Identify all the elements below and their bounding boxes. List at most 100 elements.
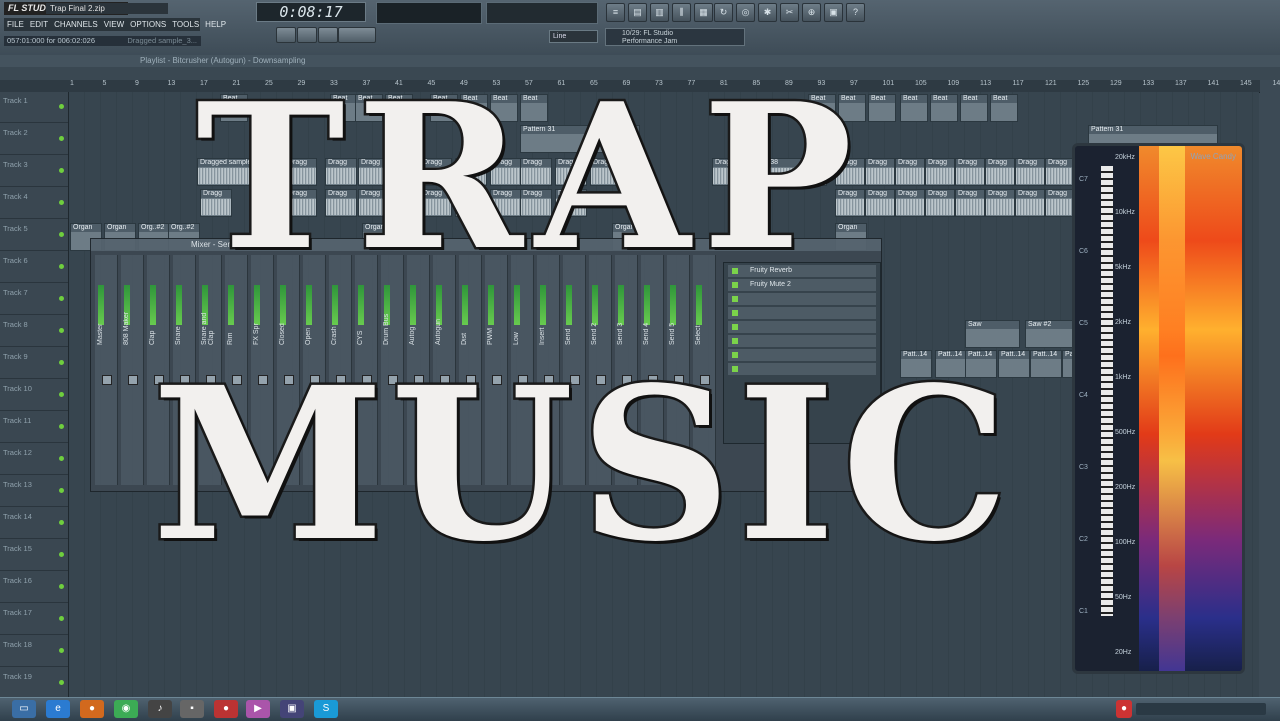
browser-icon[interactable]: ▦ [694,3,713,22]
track-mute-led[interactable] [59,168,64,173]
target-icon[interactable]: ◎ [736,3,755,22]
track-mute-led[interactable] [59,104,64,109]
track-mute-led[interactable] [59,584,64,589]
track-header[interactable]: Track 5 [0,220,68,251]
menu-channels[interactable]: CHANNELS [51,18,101,31]
fl-studio-icon[interactable]: ♪ [148,700,172,718]
playlist-clip[interactable]: Beat [900,94,928,122]
record-tray-icon[interactable]: ● [1116,700,1132,718]
track-mute-led[interactable] [59,520,64,525]
menu-view[interactable]: VIEW [101,18,127,31]
playlist-clip[interactable]: Beat [990,94,1018,122]
playlist-clip[interactable]: Dragg [1045,158,1075,186]
playlist-clip[interactable]: Beat [868,94,896,122]
playlist-clip[interactable]: Dragg [1045,189,1075,217]
track-mute-led[interactable] [59,680,64,685]
media-icon[interactable]: ● [214,700,238,718]
fx-slot[interactable] [728,321,876,333]
cut-icon[interactable]: ✂ [780,3,799,22]
mixer-strip[interactable]: 808 Maker [121,255,144,485]
track-header[interactable]: Track 13 [0,476,68,507]
playlist-clip[interactable]: Dragg [865,158,895,186]
playlist-clip[interactable]: Dragg [895,158,925,186]
menu-edit[interactable]: EDIT [27,18,51,31]
playlist-clip[interactable]: Beat [930,94,958,122]
playlist-clip[interactable]: Dragg [1015,158,1045,186]
track-mute-led[interactable] [59,264,64,269]
track-header[interactable]: Track 12 [0,444,68,475]
playlist-clip[interactable]: Dragg [925,158,955,186]
save-icon[interactable]: ▣ [824,3,843,22]
playlist-clip[interactable]: Dragg [955,158,985,186]
track-header[interactable]: Track 8 [0,316,68,347]
folder-icon[interactable]: ▭ [12,700,36,718]
song-time-display[interactable]: 0:08:17 [256,2,366,22]
ie-icon[interactable]: e [46,700,70,718]
firefox-icon[interactable]: ● [80,700,104,718]
app-icon[interactable]: ▪ [180,700,204,718]
record-button[interactable] [318,27,338,43]
playlist-clip[interactable]: Patt..14 [1030,350,1062,378]
track-header[interactable]: Track 14 [0,508,68,539]
mixer-strip[interactable]: Master [95,255,118,485]
menu-tools[interactable]: TOOLS [169,18,202,31]
playlist-clip[interactable]: Dragg [865,189,895,217]
track-mute-led[interactable] [59,296,64,301]
fx-slot[interactable] [728,307,876,319]
system-tray[interactable] [1136,703,1266,715]
volume-fader[interactable] [102,375,112,385]
mixer-icon[interactable]: ⫼ [672,3,691,22]
track-mute-led[interactable] [59,424,64,429]
volume-fader[interactable] [128,375,138,385]
refresh-icon[interactable]: ↻ [714,3,733,22]
track-header[interactable]: Track 1 [0,92,68,123]
track-mute-led[interactable] [59,136,64,141]
track-mute-led[interactable] [59,200,64,205]
playlist-clip[interactable]: Dragg [985,189,1015,217]
playlist-clip[interactable]: Dragg [1015,189,1045,217]
track-header[interactable]: Track 10 [0,380,68,411]
track-header[interactable]: Track 18 [0,636,68,667]
track-header[interactable]: Track 9 [0,348,68,379]
help-icon[interactable]: ? [846,3,865,22]
menu-help[interactable]: HELP [202,18,229,31]
video-icon[interactable]: ▶ [246,700,270,718]
gear-icon[interactable]: ✱ [758,3,777,22]
play-button[interactable] [276,27,296,43]
track-mute-led[interactable] [59,232,64,237]
track-mute-led[interactable] [59,328,64,333]
channel-rack-icon[interactable]: ▥ [650,3,669,22]
playlist-clip[interactable]: Dragg [985,158,1015,186]
snap-select[interactable]: Line [549,30,598,43]
track-header[interactable]: Track 11 [0,412,68,443]
playlist-clip[interactable]: Dragg [955,189,985,217]
playlist-clip[interactable]: Beat [960,94,988,122]
track-mute-led[interactable] [59,456,64,461]
track-header[interactable]: Track 17 [0,604,68,635]
track-mute-led[interactable] [59,360,64,365]
track-header[interactable]: Track 19 [0,668,68,699]
chrome-icon[interactable]: ◉ [114,700,138,718]
track-header[interactable]: Track 6 [0,252,68,283]
track-mute-led[interactable] [59,488,64,493]
piano-roll-icon[interactable]: ▤ [628,3,647,22]
track-header[interactable]: Track 16 [0,572,68,603]
track-mute-led[interactable] [59,392,64,397]
monitor-icon[interactable]: ▣ [280,700,304,718]
playlist-icon[interactable]: ≡ [606,3,625,22]
track-header[interactable]: Track 3 [0,156,68,187]
track-header[interactable]: Track 15 [0,540,68,571]
zoom-icon[interactable]: ⊕ [802,3,821,22]
menu-file[interactable]: FILE [4,18,27,31]
track-header[interactable]: Track 2 [0,124,68,155]
track-mute-led[interactable] [59,616,64,621]
menu-options[interactable]: OPTIONS [127,18,169,31]
skype-icon[interactable]: S [314,700,338,718]
playlist-clip[interactable]: Dragg [895,189,925,217]
stop-button[interactable] [297,27,317,43]
track-mute-led[interactable] [59,552,64,557]
track-header[interactable]: Track 4 [0,188,68,219]
track-header[interactable]: Track 7 [0,284,68,315]
news-panel[interactable]: 10/29: FL Studio Performance Jam [605,28,745,46]
playlist-clip[interactable]: Dragg [925,189,955,217]
